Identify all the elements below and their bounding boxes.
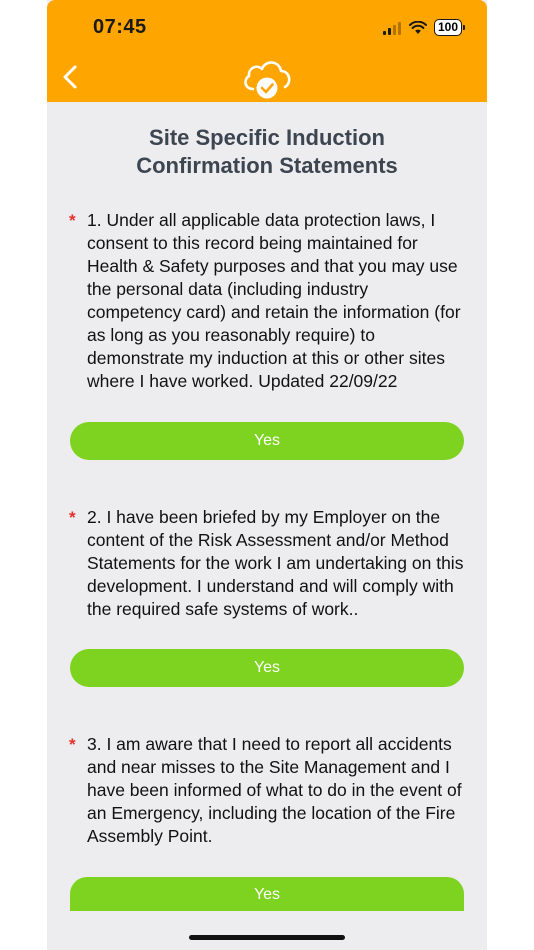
statement-2-text: 2. I have been briefed by my Employer on… xyxy=(87,507,464,619)
app-header: 07:45 100 xyxy=(47,0,487,102)
statement-1-text: 1. Under all applicable data protection … xyxy=(87,210,461,391)
statement-3-text: 3. I am aware that I need to report all … xyxy=(87,734,462,846)
statement-3-body: * 3. I am aware that I need to report al… xyxy=(69,733,465,848)
statement-2-body: * 2. I have been briefed by my Employer … xyxy=(69,506,465,621)
chevron-left-icon xyxy=(63,65,77,89)
required-asterisk: * xyxy=(69,735,76,754)
page-title-line-1: Site Specific Induction xyxy=(149,125,385,150)
cellular-signal-icon xyxy=(382,21,401,35)
statement-2-yes-button[interactable]: Yes xyxy=(70,649,464,687)
app-screen: 07:45 100 Site Specific Induction Confir… xyxy=(47,0,487,950)
statement-2: * 2. I have been briefed by my Employer … xyxy=(69,506,465,621)
home-indicator[interactable] xyxy=(189,935,345,940)
wifi-icon xyxy=(408,20,427,34)
page-title: Site Specific Induction Confirmation Sta… xyxy=(47,124,487,180)
cloud-check-icon xyxy=(244,61,291,99)
page-title-line-2: Confirmation Statements xyxy=(136,153,398,178)
statement-3-yes-button[interactable]: Yes xyxy=(70,877,464,911)
statement-1: * 1. Under all applicable data protectio… xyxy=(69,209,465,393)
required-asterisk: * xyxy=(69,508,76,527)
statement-1-yes-button[interactable]: Yes xyxy=(70,422,464,460)
status-icons: 100 xyxy=(382,19,466,36)
status-time: 07:45 xyxy=(93,16,147,38)
back-button[interactable] xyxy=(55,60,85,94)
battery-icon: 100 xyxy=(433,19,466,36)
statement-1-body: * 1. Under all applicable data protectio… xyxy=(69,209,465,393)
required-asterisk: * xyxy=(69,211,76,230)
statement-3: * 3. I am aware that I need to report al… xyxy=(69,733,465,848)
